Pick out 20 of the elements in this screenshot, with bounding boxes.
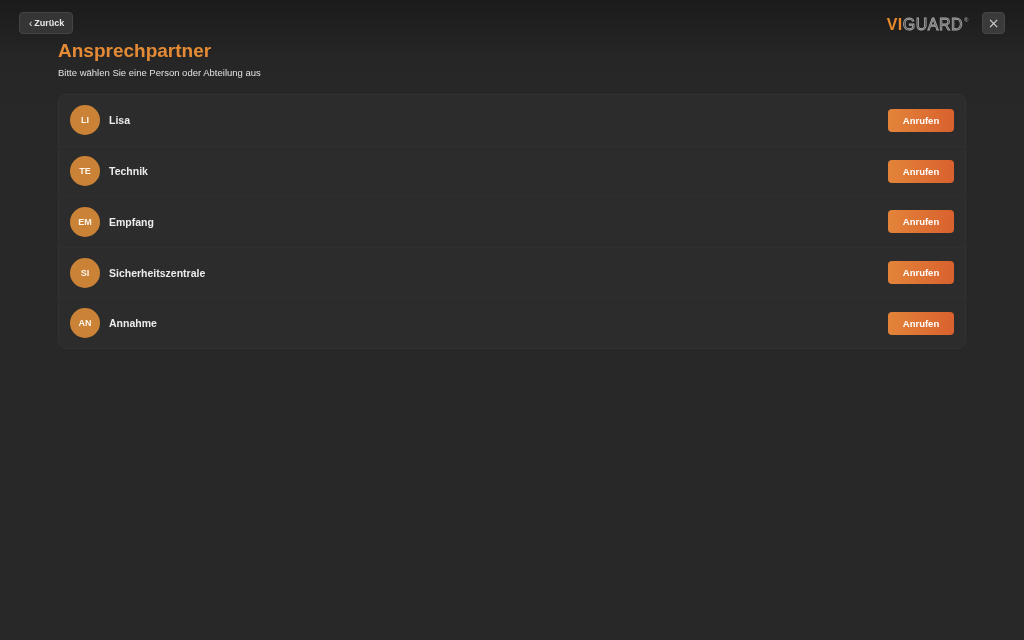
call-button[interactable]: Anrufen [888,210,954,234]
initials-avatar: TE [70,156,100,187]
call-button[interactable]: Anrufen [888,261,954,285]
contact-name: Technik [109,165,148,178]
initials-avatar: SI [70,257,100,288]
page-title: Ansprechpartner [58,40,212,62]
contact-name: Sicherheitszentrale [109,266,206,279]
call-button[interactable]: Anrufen [888,108,954,132]
close-button[interactable]: × [982,12,1005,34]
contact-name: Empfang [109,216,154,228]
logo-wordmark: VIGUARD$^{®}$ [886,16,969,33]
call-button[interactable]: Anrufen [888,159,954,183]
back-button[interactable]: ‹ Zurück [19,12,74,34]
initials-avatar: EM [70,207,100,237]
call-button[interactable]: Anrufen [888,311,954,335]
initials-avatar: LI [70,105,100,136]
contact-name: Lisa [109,114,130,127]
contact-name: Annahme [109,317,157,330]
initials-avatar: AN [70,308,100,339]
page-subtitle: Bitte wählen Sie eine Person oder Abteilung aus [58,67,261,79]
